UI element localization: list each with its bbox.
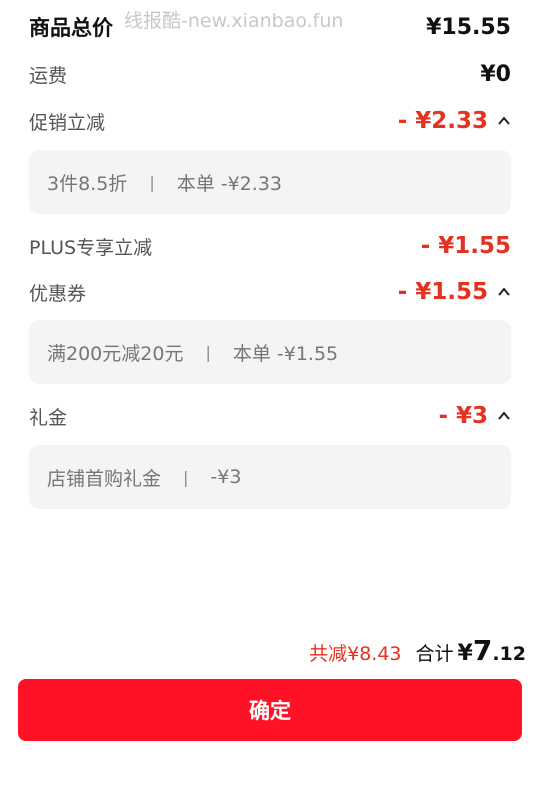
coupon-detail-box: 满200元减20元 | 本单 -¥1.55 <box>29 320 511 384</box>
gift-detail-left: 店铺首购礼金 <box>47 467 162 490</box>
coupon-detail-left: 满200元减20元 <box>47 342 184 365</box>
coupon-label: 优惠券 <box>29 282 87 305</box>
total-saved: 共减¥8.43 <box>309 643 402 665</box>
coupon-detail-right: 本单 -¥1.55 <box>232 342 339 365</box>
promo-label: 促销立减 <box>29 111 106 134</box>
gift-value-wrap: - ¥3 <box>438 403 511 429</box>
gift-detail-right: -¥3 <box>210 466 242 488</box>
total-price-value: ¥15.55 <box>426 14 511 40</box>
total-decimal: .12 <box>492 643 526 665</box>
confirm-button[interactable]: 确定 <box>18 679 522 741</box>
gift-detail-separator: | <box>183 467 189 487</box>
promo-detail-left: 3件8.5折 <box>47 172 128 195</box>
promo-detail-box: 3件8.5折 | 本单 -¥2.33 <box>29 150 511 214</box>
total-price-row: 商品总价 ¥15.55 <box>29 10 511 44</box>
chevron-up-icon[interactable] <box>497 285 511 299</box>
shipping-value: ¥0 <box>480 61 511 87</box>
chevron-up-icon[interactable] <box>497 409 511 423</box>
coupon-value: - ¥1.55 <box>397 279 488 305</box>
promo-detail-right: 本单 -¥2.33 <box>176 172 282 195</box>
shipping-row: 运费 ¥0 <box>29 58 511 90</box>
plus-value: - ¥1.55 <box>420 233 511 259</box>
coupon-detail-separator: | <box>205 342 211 362</box>
total-integer: 7 <box>472 634 493 667</box>
shipping-label: 运费 <box>29 64 68 87</box>
total-label: 合计 <box>415 643 454 665</box>
coupon-value-wrap: - ¥1.55 <box>398 279 511 305</box>
promo-row[interactable]: 促销立减 - ¥2.33 <box>29 104 511 138</box>
gift-value: - ¥3 <box>438 403 488 429</box>
gift-detail-box: 店铺首购礼金 | -¥3 <box>29 445 511 509</box>
coupon-row[interactable]: 优惠券 - ¥1.55 <box>29 275 511 309</box>
gift-row[interactable]: 礼金 - ¥3 <box>29 399 511 433</box>
promo-value-wrap: - ¥2.33 <box>398 108 511 134</box>
promo-detail-separator: | <box>149 172 155 192</box>
order-summary: 共减¥8.43 合计 ¥ 7 .12 <box>309 634 526 667</box>
gift-label: 礼金 <box>29 406 68 429</box>
chevron-up-icon[interactable] <box>497 114 511 128</box>
total-currency: ¥ <box>457 641 473 666</box>
plus-row: PLUS专享立减 - ¥1.55 <box>29 229 511 263</box>
price-detail-panel: 线报酷-new.xianbao.fun 商品总价 ¥15.55 运费 ¥0 促销… <box>0 0 540 810</box>
promo-value: - ¥2.33 <box>397 108 488 134</box>
total-price-label: 商品总价 <box>29 16 113 40</box>
plus-label: PLUS专享立减 <box>29 236 153 259</box>
